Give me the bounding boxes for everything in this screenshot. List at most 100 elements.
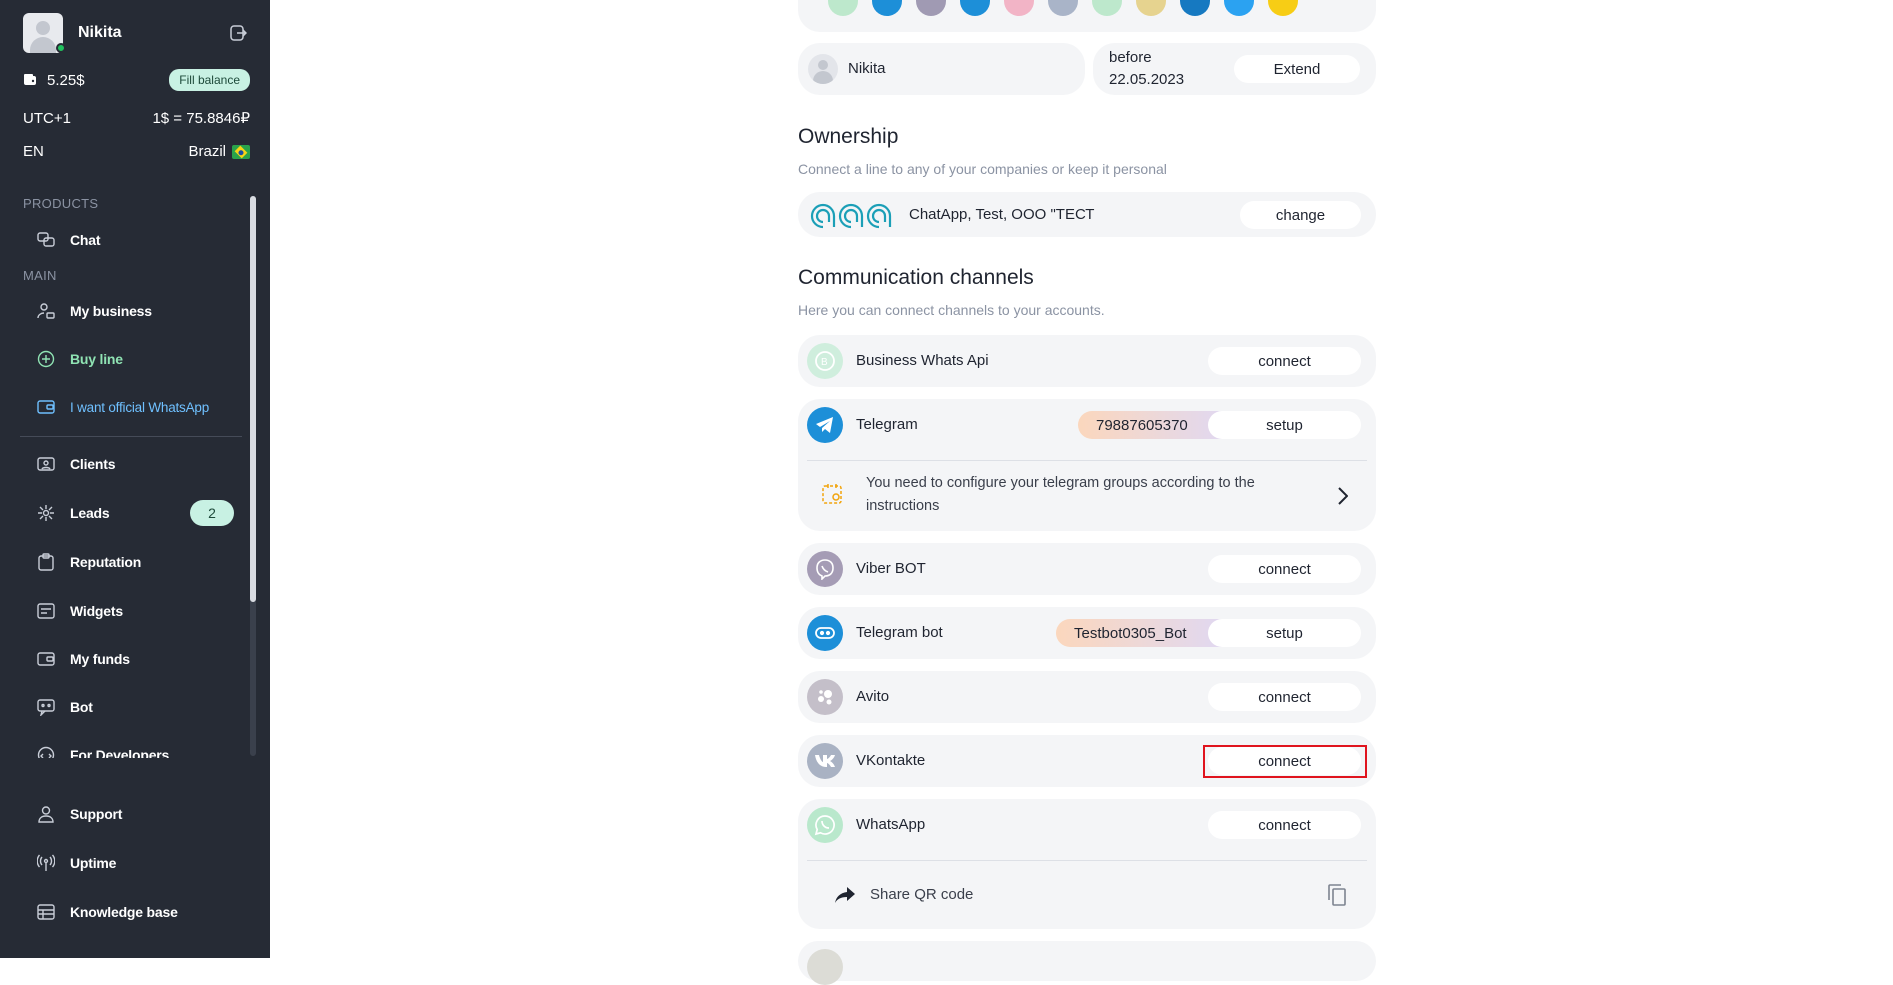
sidebar-item-support[interactable]: Support bbox=[36, 799, 236, 829]
sidebar-item-label: My funds bbox=[70, 651, 130, 667]
antenna-icon bbox=[36, 853, 56, 873]
id-card-icon bbox=[36, 454, 56, 474]
owner-avatar bbox=[808, 54, 838, 84]
sidebar-scrollbar-thumb[interactable] bbox=[250, 196, 256, 602]
sidebar-item-chat[interactable]: Chat bbox=[36, 225, 236, 255]
highlight-box bbox=[1203, 745, 1367, 778]
sidebar-item-label: Knowledge base bbox=[70, 904, 178, 920]
messenger-dot-icon bbox=[1180, 0, 1210, 16]
sidebar: Nikita 5.25$ Fill balance UTC+1 1$ = 75.… bbox=[0, 0, 270, 958]
timezone-row: UTC+1 1$ = 75.8846₽ bbox=[23, 109, 250, 128]
channel-vkontakte: VKontakte connect bbox=[798, 735, 1376, 787]
sidebar-item-label: My business bbox=[70, 303, 152, 319]
sidebar-overflow-clip: For Developers bbox=[0, 740, 250, 758]
sidebar-item-label: Leads bbox=[70, 505, 110, 521]
share-qr-label: Share QR code bbox=[870, 886, 974, 903]
before-label: before bbox=[1109, 49, 1152, 66]
channel-name: WhatsApp bbox=[856, 816, 926, 833]
messenger-dot-icon bbox=[872, 0, 902, 16]
svg-text:B: B bbox=[821, 357, 828, 368]
sidebar-item-clients[interactable]: Clients bbox=[36, 449, 236, 479]
company-logos-icon bbox=[810, 203, 894, 229]
section-label-main: MAIN bbox=[23, 268, 57, 283]
telegram-bot-icon bbox=[807, 615, 843, 651]
messenger-dot-icon bbox=[828, 0, 858, 16]
companies-list: ChatApp, Test, ООО "ТЕСТ bbox=[909, 206, 1095, 223]
change-ownership-button[interactable]: change bbox=[1240, 201, 1361, 229]
extend-button[interactable]: Extend bbox=[1234, 55, 1360, 83]
sidebar-item-label: Widgets bbox=[70, 603, 123, 619]
sidebar-item-label: I want official WhatsApp bbox=[70, 399, 210, 415]
copy-icon[interactable] bbox=[1328, 884, 1346, 906]
sidebar-item-label: Buy line bbox=[70, 351, 123, 367]
locale-row: EN Brazil bbox=[23, 143, 250, 160]
connect-button[interactable]: connect bbox=[1208, 347, 1361, 375]
channel-whatsapp: WhatsApp connect Share QR code bbox=[798, 799, 1376, 929]
channel-avito: Avito connect bbox=[798, 671, 1376, 723]
channels-title: Communication channels bbox=[798, 266, 1034, 289]
sidebar-item-label: Clients bbox=[70, 456, 116, 472]
ownership-subtitle: Connect a line to any of your companies … bbox=[798, 161, 1167, 177]
avito-icon bbox=[807, 679, 843, 715]
support-person-icon bbox=[36, 804, 56, 824]
channel-name: Telegram bot bbox=[856, 624, 943, 641]
setup-button[interactable]: setup bbox=[1208, 619, 1361, 647]
plus-circle-icon bbox=[36, 349, 56, 369]
sidebar-item-uptime[interactable]: Uptime bbox=[36, 848, 236, 878]
ownership-card: ChatApp, Test, ООО "ТЕСТ change bbox=[798, 192, 1376, 237]
messenger-dot-icon bbox=[916, 0, 946, 16]
telegram-instructions-notice[interactable]: You need to configure your telegram grou… bbox=[798, 461, 1376, 531]
chevron-right-icon bbox=[1338, 487, 1348, 505]
sidebar-item-official-whatsapp[interactable]: I want official WhatsApp bbox=[36, 392, 251, 422]
telegram-notice-text: You need to configure your telegram grou… bbox=[866, 475, 1255, 514]
before-date: 22.05.2023 bbox=[1109, 71, 1185, 88]
messenger-dot-icon bbox=[1004, 0, 1034, 16]
user-name: Nikita bbox=[78, 24, 122, 41]
calendar-gear-icon bbox=[822, 484, 842, 504]
sidebar-item-widgets[interactable]: Widgets bbox=[36, 596, 236, 626]
developers-icon bbox=[36, 745, 56, 758]
logout-icon[interactable] bbox=[229, 24, 247, 42]
fill-balance-button[interactable]: Fill balance bbox=[169, 69, 250, 91]
sidebar-item-label: Support bbox=[70, 806, 123, 822]
country-name: Brazil bbox=[188, 143, 226, 160]
bot-icon bbox=[36, 697, 56, 717]
country-selector[interactable]: Brazil bbox=[188, 143, 250, 160]
timezone-value[interactable]: UTC+1 bbox=[23, 110, 71, 127]
sidebar-item-label: Reputation bbox=[70, 554, 142, 570]
channel-icon bbox=[807, 949, 843, 985]
channel-name: Business Whats Api bbox=[856, 352, 989, 369]
balance-value: 5.25$ bbox=[47, 71, 85, 89]
sidebar-item-reputation[interactable]: Reputation bbox=[36, 547, 236, 577]
line-owner-card: Nikita bbox=[798, 43, 1085, 95]
leads-count-badge: 2 bbox=[190, 500, 234, 526]
connect-button[interactable]: connect bbox=[1208, 555, 1361, 583]
telegram-bot-username-tag: Testbot0305_Bot bbox=[1056, 619, 1226, 647]
brazil-flag-icon bbox=[232, 144, 250, 159]
channel-name: Avito bbox=[856, 688, 890, 705]
sidebar-item-buy-line[interactable]: Buy line bbox=[36, 344, 236, 374]
sidebar-item-for-developers[interactable]: For Developers bbox=[36, 740, 236, 758]
channel-name: Telegram bbox=[856, 416, 918, 433]
sidebar-item-label: Uptime bbox=[70, 855, 117, 871]
share-qr-row[interactable]: Share QR code bbox=[798, 861, 1376, 929]
messenger-dot-icon bbox=[1268, 0, 1298, 16]
setup-button[interactable]: setup bbox=[1208, 411, 1361, 439]
vk-icon bbox=[807, 743, 843, 779]
language-selector[interactable]: EN bbox=[23, 143, 44, 160]
sidebar-scrollbar[interactable] bbox=[250, 196, 256, 756]
leads-icon bbox=[36, 503, 56, 523]
sidebar-item-knowledge-base[interactable]: Knowledge base bbox=[36, 897, 236, 927]
sidebar-item-label: Bot bbox=[70, 699, 93, 715]
balance-row: 5.25$ Fill balance bbox=[23, 69, 250, 91]
sidebar-item-my-business[interactable]: My business bbox=[36, 296, 236, 326]
wallet-outline-icon bbox=[36, 397, 56, 417]
clipboard-icon bbox=[36, 552, 56, 572]
sidebar-item-my-funds[interactable]: My funds bbox=[36, 644, 236, 674]
channel-name: Viber BOT bbox=[856, 560, 926, 577]
exchange-rate: 1$ = 75.8846₽ bbox=[152, 110, 250, 127]
connect-button[interactable]: connect bbox=[1208, 683, 1361, 711]
sidebar-item-bot[interactable]: Bot bbox=[36, 692, 236, 722]
connect-button[interactable]: connect bbox=[1208, 811, 1361, 839]
section-label-products: PRODUCTS bbox=[23, 196, 99, 211]
